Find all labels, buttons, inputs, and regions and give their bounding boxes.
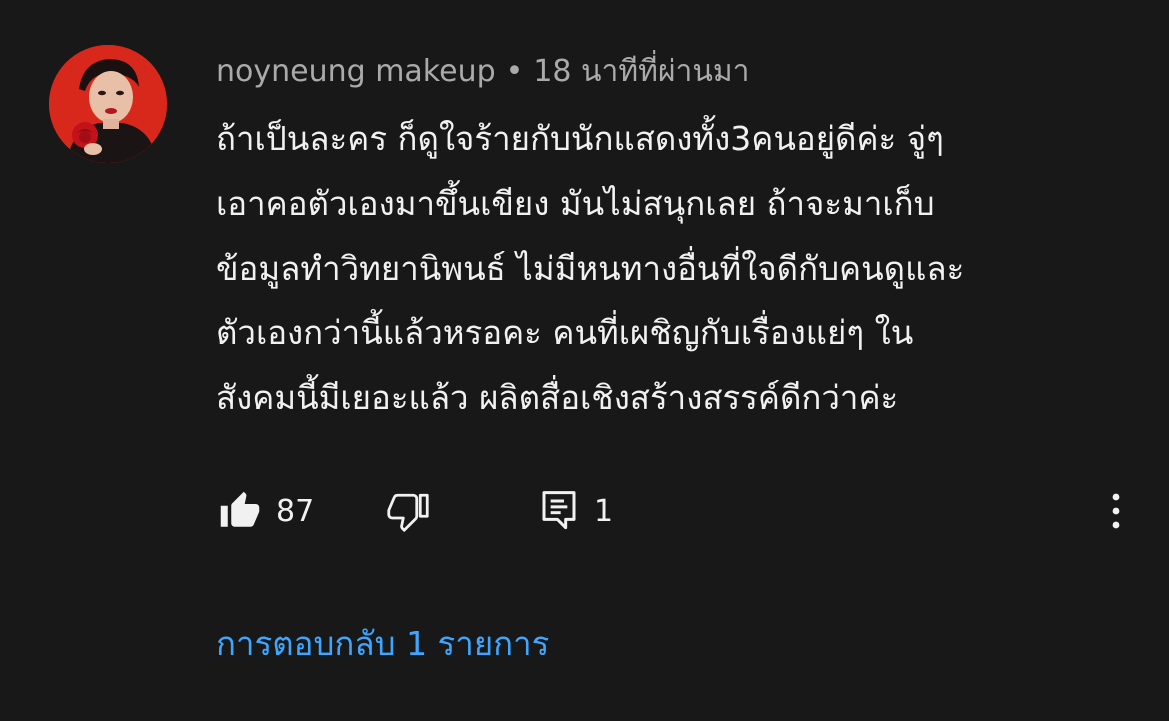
comment-timestamp[interactable]: 18 นาทีที่ผ่านมา: [533, 48, 749, 95]
reply-count: 1: [594, 493, 614, 529]
view-replies-link[interactable]: การตอบกลับ 1 รายการ: [216, 618, 549, 668]
avatar-image: [49, 45, 167, 163]
comment-line: ตัวเองกว่านี้แล้วหรอคะ คนที่เผชิญกับเรื่…: [216, 313, 914, 353]
comment-text: ถ้าเป็นละคร ก็ดูใจร้ายกับนักแสดงทั้ง3คนอ…: [216, 107, 1136, 431]
comment-actions: 87 1: [0, 480, 1169, 542]
avatar[interactable]: [49, 45, 167, 163]
comment-line: สังคมนี้มีเยอะแล้ว ผลิตสื่อเชิงสร้างสรรค…: [216, 378, 899, 418]
comment-reply-icon: [542, 491, 576, 530]
separator-dot: •: [505, 53, 524, 89]
thumbs-down-icon: [387, 493, 429, 532]
author-name[interactable]: noyneung makeup: [216, 54, 496, 89]
comment-line: ถ้าเป็นละคร ก็ดูใจร้ายกับนักแสดงทั้ง3คนอ…: [216, 119, 944, 158]
like-button[interactable]: [214, 480, 266, 542]
comment-header: noyneung makeup • 18 นาทีที่ผ่านมา: [216, 50, 750, 92]
reply-button[interactable]: [536, 480, 582, 542]
like-count: 87: [276, 493, 315, 529]
comment-line: ข้อมูลทำวิทยานิพนธ์ ไม่มีหนทางอื่นที่ใจด…: [216, 248, 965, 288]
dislike-button[interactable]: [382, 480, 434, 542]
more-options-button[interactable]: [1096, 480, 1136, 542]
thumbs-up-icon: [220, 491, 260, 527]
comment-line: เอาคอตัวเองมาขึ้นเขียง มันไม่สนุกเลย ถ้า…: [216, 183, 935, 223]
more-vertical-icon: [1112, 493, 1120, 529]
